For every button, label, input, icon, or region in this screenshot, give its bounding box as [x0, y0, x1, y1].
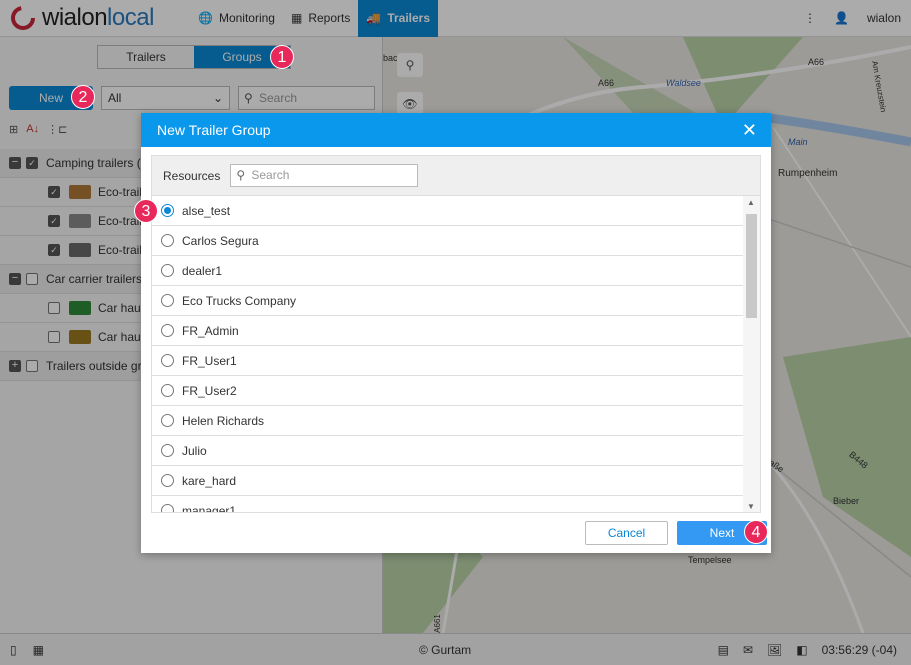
resource-name: FR_Admin: [182, 323, 239, 338]
resource-name: dealer1: [182, 263, 223, 278]
resource-name: alse_test: [182, 203, 231, 218]
resource-row[interactable]: manager1: [152, 496, 744, 513]
dialog-header: New Trailer Group ✕: [141, 113, 771, 147]
dialog-title: New Trailer Group: [157, 122, 271, 138]
step-badge-4: 4: [744, 520, 768, 544]
search-placeholder: Search: [251, 168, 290, 182]
radio-button[interactable]: [161, 384, 174, 397]
radio-button[interactable]: [161, 324, 174, 337]
step-badge-1: 1: [270, 45, 294, 69]
resource-row[interactable]: FR_User2: [152, 376, 744, 406]
resource-row[interactable]: Julio: [152, 436, 744, 466]
radio-button[interactable]: [161, 294, 174, 307]
resource-name: FR_User2: [182, 383, 237, 398]
cancel-button[interactable]: Cancel: [585, 521, 668, 545]
resource-name: Carlos Segura: [182, 233, 259, 248]
radio-button[interactable]: [161, 504, 174, 512]
resource-search-input[interactable]: ⚲ Search: [230, 164, 419, 187]
resource-row[interactable]: Helen Richards: [152, 406, 744, 436]
resource-row[interactable]: dealer1: [152, 256, 744, 286]
resource-list: alse_test Carlos Segura dealer1 Eco Trucks …: [151, 196, 761, 513]
resource-name: manager1: [182, 503, 237, 513]
radio-button[interactable]: [161, 444, 174, 457]
scroll-down-icon[interactable]: ▼: [747, 502, 755, 511]
resource-name: Helen Richards: [182, 413, 265, 428]
resource-name: Eco Trucks Company: [182, 293, 297, 308]
radio-button[interactable]: [161, 234, 174, 247]
resource-row[interactable]: FR_Admin: [152, 316, 744, 346]
resource-row[interactable]: alse_test: [152, 196, 744, 226]
step-badge-3: 3: [134, 199, 158, 223]
search-icon: ⚲: [236, 168, 246, 182]
resources-label: Resources: [163, 168, 221, 183]
resource-name: kare_hard: [182, 473, 237, 488]
radio-button[interactable]: [161, 414, 174, 427]
new-trailer-group-dialog: New Trailer Group ✕ Resources ⚲ Search al…: [141, 113, 771, 553]
radio-button[interactable]: [161, 474, 174, 487]
step-badge-2: 2: [71, 85, 95, 109]
resource-name: FR_User1: [182, 353, 237, 368]
radio-button[interactable]: [161, 264, 174, 277]
resource-row[interactable]: kare_hard: [152, 466, 744, 496]
scrollbar[interactable]: ▲ ▼: [743, 196, 760, 512]
scrollbar-thumb[interactable]: [746, 214, 757, 318]
radio-button[interactable]: [161, 354, 174, 367]
resource-row[interactable]: Eco Trucks Company: [152, 286, 744, 316]
close-icon[interactable]: ✕: [742, 113, 757, 147]
resource-row[interactable]: Carlos Segura: [152, 226, 744, 256]
scroll-up-icon[interactable]: ▲: [747, 198, 755, 207]
resource-row[interactable]: FR_User1: [152, 346, 744, 376]
resource-name: Julio: [182, 443, 207, 458]
radio-button[interactable]: [161, 204, 174, 217]
